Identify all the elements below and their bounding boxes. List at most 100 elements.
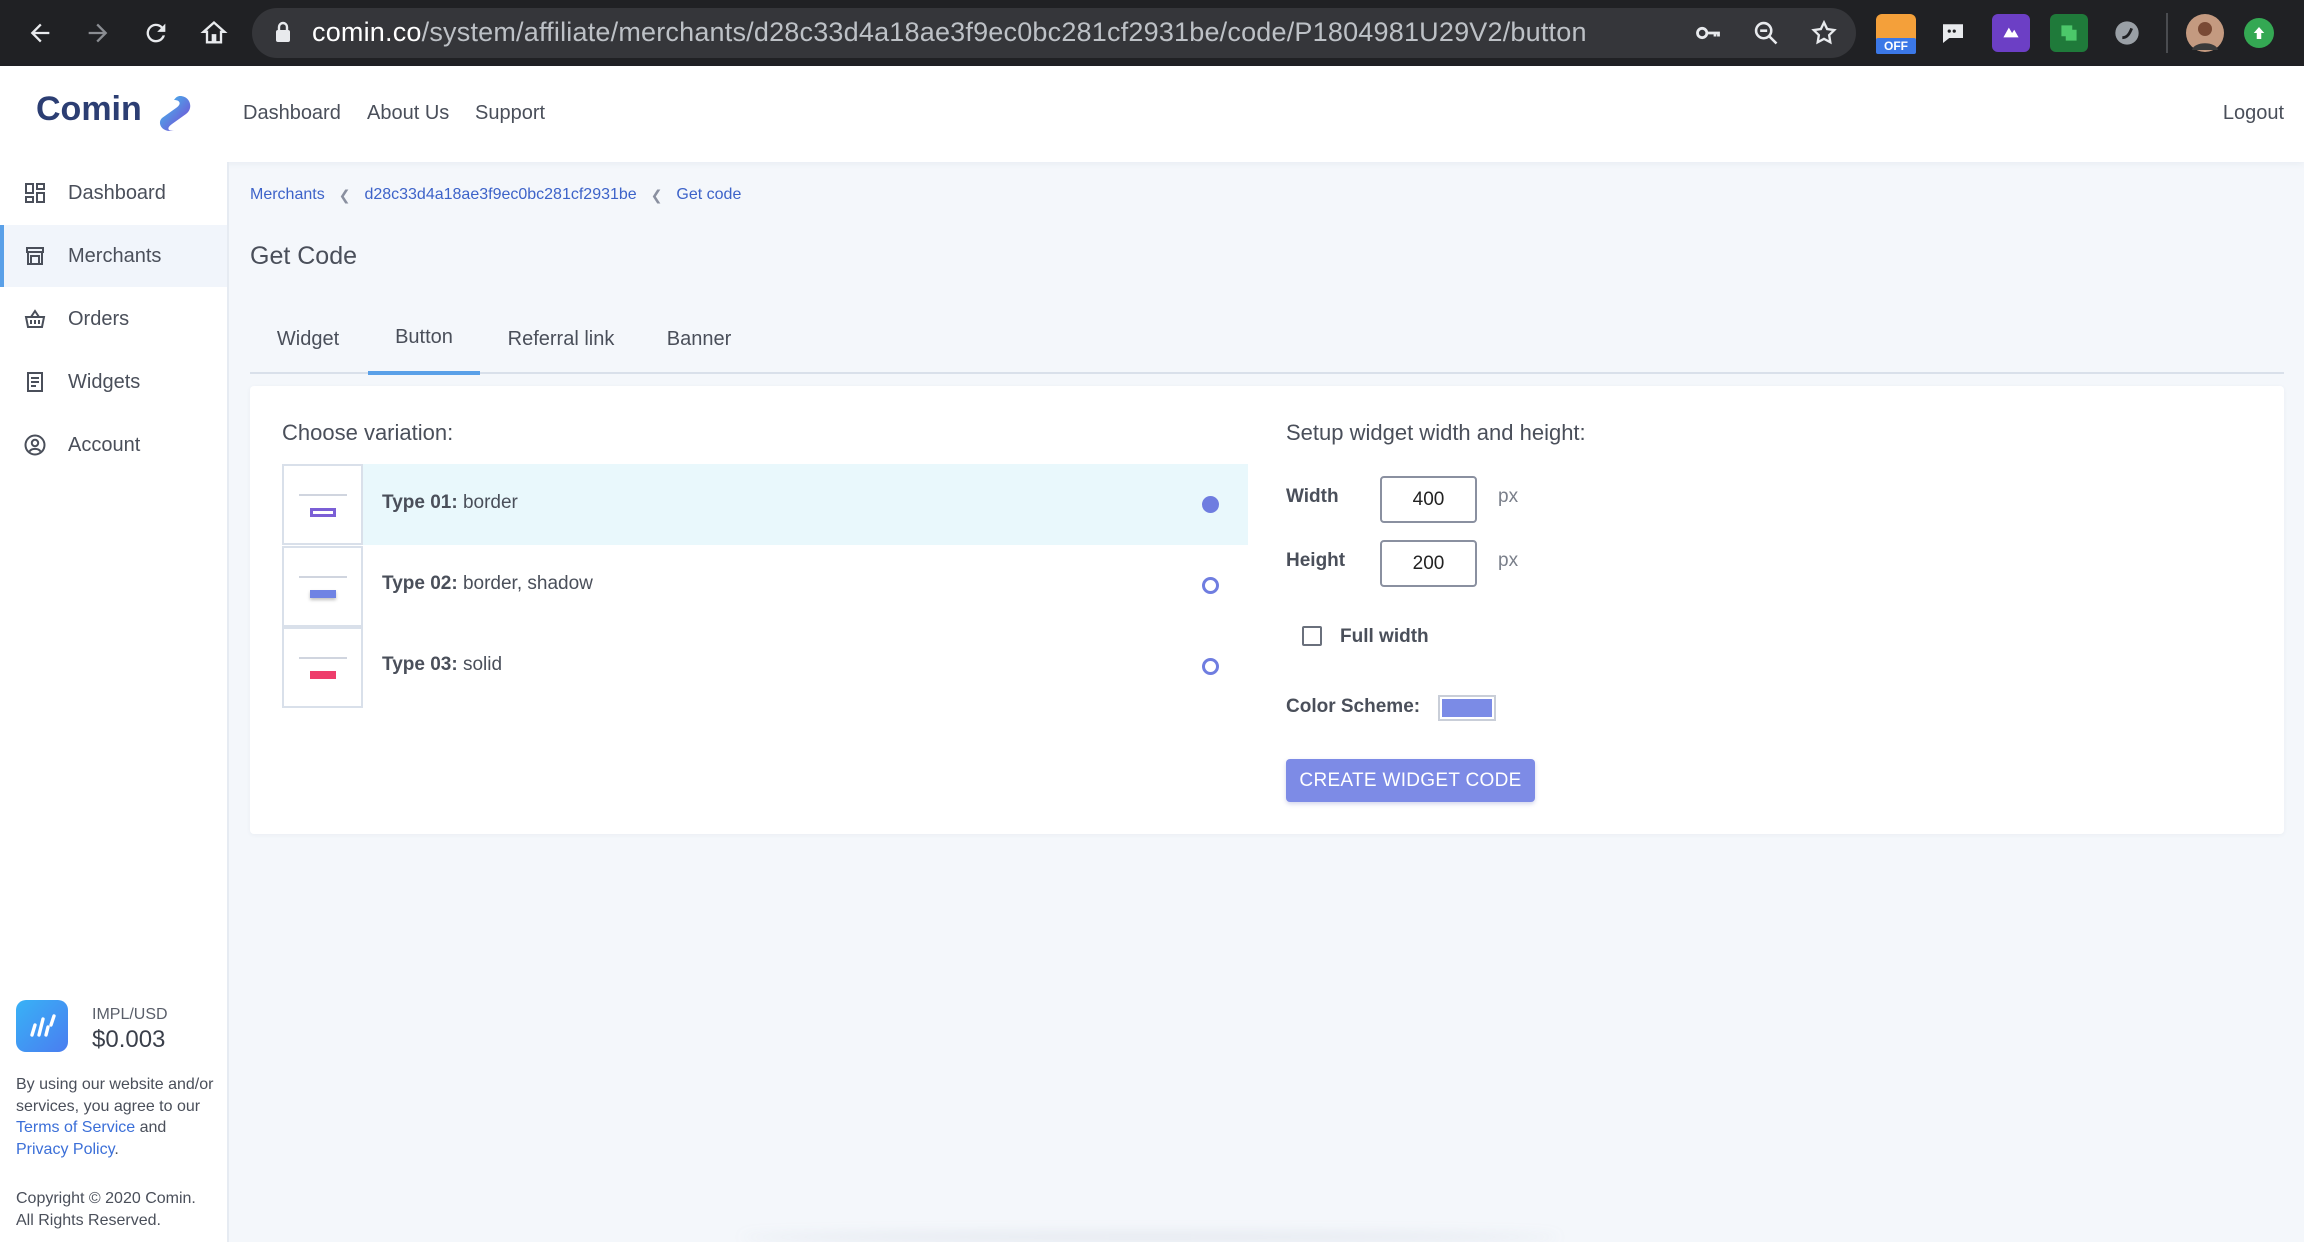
url-text: comin.co/system/affiliate/merchants/d28c… [312, 17, 1587, 47]
forward-icon[interactable] [78, 13, 118, 53]
color-scheme-label: Color Scheme: [1286, 696, 1421, 717]
thumb-button-shadow [310, 590, 336, 598]
color-scheme-swatch[interactable] [1438, 695, 1496, 721]
store-icon [22, 243, 48, 269]
height-input[interactable] [1380, 540, 1477, 587]
browser-toolbar: comin.co/system/affiliate/merchants/d28c… [0, 0, 2304, 66]
tab-banner[interactable]: Banner [664, 304, 734, 374]
variation-name: Type 03: [382, 654, 458, 675]
copyright: Copyright © 2020 Comin. All Rights Reser… [16, 1190, 196, 1229]
variation-desc: solid [457, 654, 503, 675]
chart-bars-icon [16, 1000, 68, 1052]
thumb-line [299, 576, 347, 578]
nav-about-us[interactable]: About Us [367, 102, 449, 125]
variation-name: Type 02: [382, 573, 458, 594]
legal-suffix: . [114, 1140, 119, 1158]
full-width-label[interactable]: Full width [1340, 626, 1429, 648]
thumb-button-solid [310, 671, 336, 679]
variation-radio[interactable] [1202, 577, 1219, 594]
variation-desc: border [457, 492, 518, 513]
green-extension-icon[interactable] [2050, 14, 2088, 52]
terms-link[interactable]: Terms of Service [16, 1119, 135, 1136]
key-icon[interactable] [1688, 13, 1728, 53]
dashboard-grid-icon [22, 180, 48, 206]
variation-label: Type 02: border, shadow [382, 573, 593, 595]
basket-icon [22, 306, 48, 332]
home-icon[interactable] [194, 13, 234, 53]
sidebar-item-account[interactable]: Account [0, 414, 227, 476]
chevron-left-icon: ❮ [650, 186, 663, 203]
choose-variation-heading: Choose variation: [282, 420, 454, 445]
purple-extension-icon[interactable] [1992, 14, 2030, 52]
sidebar: Dashboard Merchants Orders Widgets Accou… [0, 162, 229, 1242]
app-header: Comin Dashboard About Us Support Logout [0, 66, 2304, 162]
extension-badge: OFF [1876, 38, 1916, 54]
thumb-line [299, 657, 347, 659]
sidebar-item-label: Account [68, 433, 141, 456]
privacy-link[interactable]: Privacy Policy [16, 1141, 114, 1158]
full-width-checkbox[interactable] [1302, 626, 1322, 646]
breadcrumb-merchants[interactable]: Merchants [250, 186, 325, 204]
bottom-shadow [740, 1232, 1560, 1242]
setup-heading: Setup widget width and height: [1286, 420, 1586, 445]
grey-extension-icon[interactable] [2108, 14, 2146, 52]
widget-icon [22, 369, 48, 395]
ticker-pair: IMPL/USD [92, 1006, 168, 1023]
thumb-button-border [310, 508, 336, 517]
ticker-price: $0.003 [92, 1026, 166, 1053]
legal-text: By using our website and/or services, yo… [16, 1074, 216, 1160]
update-icon[interactable] [2244, 18, 2274, 48]
lock-icon [274, 21, 292, 48]
variation-name: Type 01: [382, 492, 458, 513]
width-label: Width [1286, 486, 1339, 507]
variation-radio[interactable] [1202, 496, 1219, 513]
reload-icon[interactable] [136, 13, 176, 53]
bookmark-star-icon[interactable] [1804, 13, 1844, 53]
variation-thumbnail [282, 627, 363, 708]
logo-text[interactable]: Comin [36, 90, 142, 129]
variation-thumbnail [282, 546, 363, 627]
variation-label: Type 01: border [382, 492, 518, 514]
coupon-extension-icon[interactable]: OFF [1876, 14, 1916, 54]
page-title: Get Code [250, 242, 358, 270]
width-unit: px [1498, 486, 1519, 507]
sidebar-item-dashboard[interactable]: Dashboard [0, 162, 227, 224]
tab-bar: Widget Button Referral link Banner [250, 304, 2284, 375]
chevron-left-icon: ❮ [338, 186, 351, 203]
variation-type-02[interactable]: Type 02: border, shadow [282, 545, 1248, 627]
user-circle-icon [22, 432, 48, 458]
sidebar-item-widgets[interactable]: Widgets [0, 351, 227, 413]
comin-logo-icon[interactable] [150, 90, 196, 136]
tab-referral-link[interactable]: Referral link [502, 304, 620, 374]
width-input[interactable] [1380, 476, 1477, 523]
profile-avatar[interactable] [2186, 14, 2224, 52]
toolbar-divider [2166, 13, 2168, 53]
color-swatch-fill [1442, 699, 1492, 717]
variation-thumbnail [282, 464, 363, 545]
breadcrumb-get-code[interactable]: Get code [676, 186, 741, 204]
chat-extension-icon[interactable] [1934, 14, 1972, 52]
back-icon[interactable] [20, 13, 60, 53]
nav-support[interactable]: Support [475, 102, 545, 125]
height-unit: px [1498, 550, 1519, 571]
breadcrumb-merchant-id[interactable]: d28c33d4a18ae3f9ec0bc281cf2931be [364, 186, 636, 204]
sidebar-item-label: Merchants [68, 244, 162, 267]
zoom-icon[interactable] [1746, 13, 1786, 53]
create-widget-code-button[interactable]: CREATE WIDGET CODE [1286, 759, 1535, 802]
tab-button[interactable]: Button [368, 304, 480, 375]
get-code-card: Choose variation: Type 01: border Type 0… [250, 386, 2284, 834]
breadcrumb: Merchants ❮ d28c33d4a18ae3f9ec0bc281cf29… [250, 186, 741, 204]
logout-link[interactable]: Logout [2223, 102, 2284, 125]
variation-label: Type 03: solid [382, 654, 502, 676]
height-label: Height [1286, 550, 1346, 571]
sidebar-item-label: Widgets [68, 370, 141, 393]
sidebar-item-orders[interactable]: Orders [0, 288, 227, 350]
thumb-line [299, 494, 347, 496]
sidebar-item-merchants[interactable]: Merchants [0, 225, 227, 287]
variation-type-01[interactable]: Type 01: border [282, 464, 1248, 545]
nav-dashboard[interactable]: Dashboard [243, 102, 341, 125]
variation-desc: border, shadow [457, 573, 593, 594]
tab-widget[interactable]: Widget [276, 304, 340, 374]
variation-type-03[interactable]: Type 03: solid [282, 626, 1248, 708]
variation-radio[interactable] [1202, 658, 1219, 675]
